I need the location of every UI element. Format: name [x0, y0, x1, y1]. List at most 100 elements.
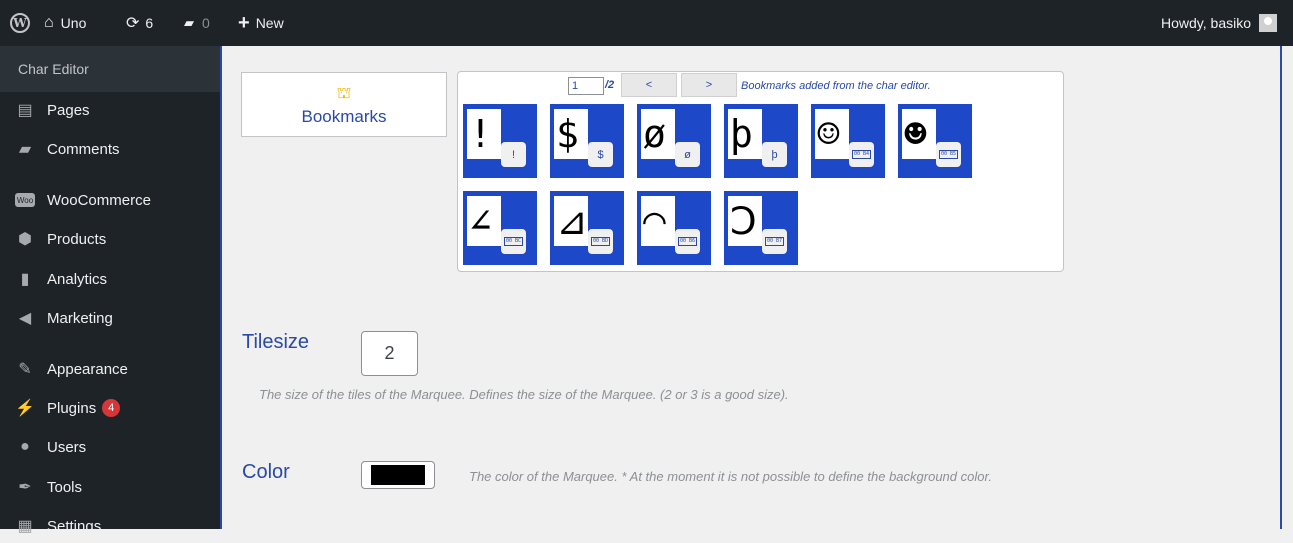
bookmark-glyph: ∠	[467, 196, 501, 246]
new-content-link[interactable]: + New	[238, 0, 284, 46]
products-icon: ⬢	[18, 231, 32, 248]
bookmark-glyph: ø	[641, 109, 675, 159]
bookmark-hex-code: 00 BC	[503, 237, 524, 246]
bookmark-tile[interactable]: þ þ	[724, 104, 798, 178]
comments-count: 0	[202, 15, 210, 31]
bookmark-label: ø	[675, 142, 700, 167]
bookmark-tile[interactable]: Ↄ 00 B7	[724, 191, 798, 265]
bookmarks-caption: Bookmarks added from the char editor.	[741, 80, 931, 92]
sidebar-item-label: Marketing	[47, 309, 113, 327]
plugins-update-badge: 4	[102, 399, 121, 417]
sidebar-item-label: Users	[47, 438, 87, 456]
wordpress-logo-icon: W	[10, 13, 30, 33]
bookmark-label: 00 B6	[675, 229, 700, 254]
sidebar-item-analytics[interactable]: ▮ Analytics	[0, 262, 220, 296]
analytics-icon: ▮	[20, 271, 30, 288]
bookmark-glyph: ⊿	[554, 196, 588, 246]
bookmark-tile[interactable]: ! !	[463, 104, 537, 178]
sidebar-item-char-editor[interactable]: Char Editor	[0, 46, 220, 92]
marketing-icon: ◀	[18, 310, 32, 327]
sidebar-item-settings[interactable]: ▦ Settings	[0, 509, 220, 543]
site-name-link[interactable]: ⌂ Uno	[44, 0, 86, 46]
sidebar-item-tools[interactable]: ✒ Tools	[0, 470, 220, 504]
sidebar-item-marketing[interactable]: ◀ Marketing	[0, 301, 220, 335]
sidebar-item-label: Appearance	[47, 360, 128, 378]
bookmark-label: 00 B7	[762, 229, 787, 254]
users-icon: ●	[20, 438, 30, 455]
sidebar-item-label: Analytics	[47, 270, 108, 288]
bookmark-label: $	[588, 142, 613, 167]
bookmark-glyph: ◠	[641, 196, 675, 246]
bookmark-hex-code: 00 B6	[677, 237, 698, 246]
comments-icon: ▰	[18, 141, 32, 158]
bookmark-label: !	[501, 142, 526, 167]
sidebar-item-label: Plugins	[47, 399, 97, 417]
new-label: New	[255, 15, 284, 31]
sidebar-item-comments[interactable]: ▰ Comments	[0, 132, 220, 166]
updates-count: 6	[145, 15, 154, 31]
comments-link[interactable]: ▰ 0	[184, 0, 210, 46]
appearance-icon: ✎	[18, 361, 32, 378]
tools-icon: ✒	[18, 479, 32, 496]
sidebar-item-label: Settings	[47, 517, 102, 535]
bookmark-glyph: þ	[728, 109, 762, 159]
plugins-icon: ⚡	[15, 400, 35, 417]
updates-link[interactable]: ⟳ 6	[126, 0, 153, 46]
sidebar-item-label: Pages	[47, 101, 90, 119]
bookmark-glyph: ☺	[815, 109, 849, 159]
sidebar-item-label: WooCommerce	[47, 191, 151, 209]
bookmarks-header: ⛫ Bookmarks	[241, 72, 447, 137]
color-picker-button[interactable]	[361, 461, 435, 489]
bookmark-glyph: ☻	[902, 109, 936, 159]
bookmark-glyph: Ↄ	[728, 196, 762, 246]
bookmark-tile[interactable]: ∠ 00 BC	[463, 191, 537, 265]
wordpress-logo-button[interactable]: W	[10, 0, 30, 46]
sidebar-item-pages[interactable]: ▤ Pages	[0, 93, 220, 127]
bookmark-tile[interactable]: ◠ 00 B6	[637, 191, 711, 265]
sidebar-item-label: Products	[47, 230, 107, 248]
bookmark-glyph: $	[554, 109, 588, 159]
updates-icon: ⟳	[126, 15, 140, 32]
sidebar-item-users[interactable]: ● Users	[0, 430, 220, 464]
color-help-text: The color of the Marquee. * At the momen…	[469, 469, 992, 484]
bookmark-hex-code: 00 B5	[938, 150, 959, 159]
bookmarks-title: Bookmarks	[301, 107, 387, 126]
sidebar-item-appearance[interactable]: ✎ Appearance	[0, 352, 220, 386]
my-account-link[interactable]: Howdy, basiko	[1161, 0, 1278, 46]
settings-icon: ▦	[17, 518, 33, 535]
bookmarks-prev-button[interactable]: <	[621, 73, 677, 97]
bookmark-label: 00 B5	[936, 142, 961, 167]
home-icon: ⌂	[44, 14, 54, 31]
bookmark-hex-code: 00 B7	[764, 237, 785, 246]
sidebar-item-woocommerce[interactable]: Woo WooCommerce	[0, 183, 220, 217]
bookmark-tile[interactable]: ⊿ 00 BD	[550, 191, 624, 265]
bookmarks-page-total: /2	[605, 79, 615, 91]
bookmark-icon: ⛫	[336, 85, 352, 102]
bookmark-label: 00 BC	[501, 229, 526, 254]
bookmark-tile[interactable]: ø ø	[637, 104, 711, 178]
admin-bar: W ⌂ Uno ⟳ 6 ▰ 0 + New Howdy, basiko	[0, 0, 1293, 46]
bookmarks-page-input[interactable]	[568, 77, 604, 95]
sidebar-item-products[interactable]: ⬢ Products	[0, 222, 220, 256]
sidebar-item-plugins[interactable]: ⚡ Plugins 4	[0, 391, 220, 425]
sidebar-item-label: Comments	[47, 140, 120, 158]
color-title: Color	[242, 461, 290, 483]
tilesize-title: Tilesize	[242, 331, 310, 353]
admin-sidebar: Char Editor ▤ Pages ▰ Comments Woo WooCo…	[0, 46, 220, 535]
bookmark-tile[interactable]: ☺ 00 B4	[811, 104, 885, 178]
bookmark-tile[interactable]: ☻ 00 B5	[898, 104, 972, 178]
plus-icon: +	[238, 11, 250, 34]
pages-icon: ▤	[17, 102, 33, 119]
color-swatch	[371, 465, 425, 485]
greeting: Howdy, basiko	[1161, 15, 1252, 31]
bookmark-label: 00 B4	[849, 142, 874, 167]
bookmark-hex-code: 00 B4	[851, 150, 872, 159]
bookmarks-next-button[interactable]: >	[681, 73, 737, 97]
sidebar-item-label: Tools	[47, 478, 83, 496]
bookmark-tile[interactable]: $ $	[550, 104, 624, 178]
comment-bubble-icon: ▰	[184, 15, 194, 30]
avatar	[1259, 14, 1278, 32]
tilesize-input[interactable]: 2	[361, 331, 418, 376]
site-name: Uno	[60, 15, 87, 31]
tilesize-help-text: The size of the tiles of the Marquee. De…	[259, 387, 789, 402]
